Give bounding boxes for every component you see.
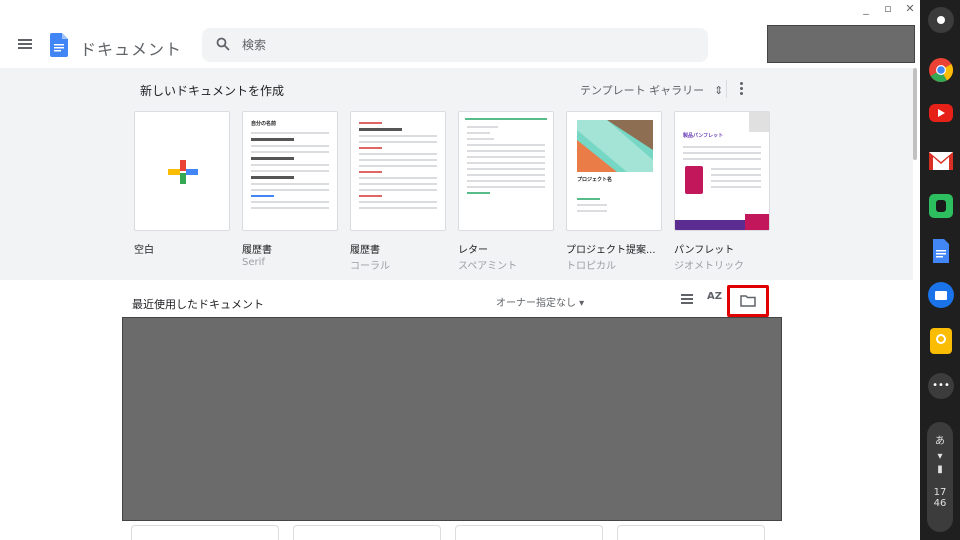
template-subtitle: Serif (242, 257, 265, 268)
template-name: パンフレット (674, 245, 735, 256)
status-tray[interactable]: あ ▾ ▮ 17 46 (927, 422, 953, 532)
sort-icon[interactable]: AZ (707, 291, 722, 302)
template-thumbnail[interactable] (134, 111, 230, 231)
close-icon[interactable]: ✕ (904, 2, 916, 15)
clock-minute: 46 (933, 498, 947, 509)
template-name: レター (458, 245, 488, 256)
template-name: 履歴書 (350, 245, 380, 256)
document-card[interactable] (293, 525, 441, 540)
more-apps-icon[interactable]: ••• (928, 373, 954, 399)
menu-icon[interactable] (18, 39, 32, 49)
template-subtitle: ジオメトリック (674, 261, 744, 272)
template-project-tropical[interactable]: プロジェクト名 プロジェクト提案... トロピカル (566, 111, 662, 272)
template-blank[interactable]: 空白 (134, 111, 230, 272)
template-list: 空白 自分の名前 履歴書 Serif 履歴書 コーラル レター スペアミント プ… (134, 111, 770, 272)
template-thumbnail[interactable]: 製品パンフレット (674, 111, 770, 231)
document-card[interactable] (617, 525, 765, 540)
file-picker-button[interactable] (727, 285, 769, 317)
template-subtitle: スペアミント (458, 261, 518, 272)
files-icon[interactable] (928, 282, 954, 308)
redacted-account-area (767, 25, 915, 63)
more-vert-icon[interactable] (740, 82, 744, 96)
template-name: プロジェクト提案... (566, 245, 656, 256)
template-resume-coral[interactable]: 履歴書 コーラル (350, 111, 446, 272)
template-subtitle: コーラル (350, 261, 390, 272)
divider (726, 80, 727, 98)
docs-logo-icon[interactable] (50, 33, 68, 57)
template-name: 履歴書 (242, 245, 272, 256)
list-view-icon[interactable] (681, 294, 693, 304)
thumb-heading: 製品パンフレット (683, 133, 724, 139)
scrollbar[interactable] (913, 68, 917, 540)
unfold-icon: ⇕ (714, 83, 724, 97)
document-card[interactable] (131, 525, 279, 540)
thumb-heading: プロジェクト名 (577, 177, 613, 183)
launcher-icon[interactable] (928, 7, 954, 33)
app-title[interactable]: ドキュメント (80, 36, 182, 60)
template-thumbnail[interactable]: 自分の名前 (242, 111, 338, 231)
template-gallery-toggle[interactable]: テンプレート ギャラリー ⇕ (580, 82, 723, 98)
restore-icon[interactable]: ▫ (882, 2, 894, 15)
template-name: 空白 (134, 245, 154, 256)
template-thumbnail[interactable] (350, 111, 446, 231)
search-box[interactable] (202, 28, 708, 62)
minimize-icon[interactable]: _ (860, 2, 872, 15)
template-thumbnail[interactable] (458, 111, 554, 231)
scrollbar-thumb[interactable] (913, 68, 917, 160)
gallery-toggle-label: テンプレート ギャラリー (580, 84, 705, 97)
header: ドキュメント (0, 22, 916, 68)
recent-documents-title: 最近使用したドキュメント (132, 298, 264, 311)
evernote-icon[interactable] (929, 194, 953, 218)
template-letter-spearmint[interactable]: レター スペアミント (458, 111, 554, 272)
os-shelf: ••• あ ▾ ▮ 17 46 (920, 0, 960, 540)
youtube-icon[interactable] (929, 104, 953, 122)
clock-hour: 17 (933, 487, 947, 498)
window-controls: _ ▫ ✕ (860, 2, 916, 15)
battery-icon: ▮ (937, 464, 943, 475)
docs-app-icon[interactable] (928, 238, 954, 264)
plus-icon (168, 160, 198, 184)
folder-icon (740, 295, 756, 307)
keep-icon[interactable] (930, 328, 952, 354)
template-gallery: 新しいドキュメントを作成 テンプレート ギャラリー ⇕ 空白 自分の名前 履歴書… (0, 68, 913, 280)
template-subtitle: トロピカル (566, 261, 616, 272)
owner-filter-dropdown[interactable]: オーナー指定なし ▾ (496, 294, 584, 309)
template-thumbnail[interactable]: プロジェクト名 (566, 111, 662, 231)
tropical-graphic-icon (577, 120, 653, 172)
wifi-icon: ▾ (937, 451, 943, 462)
document-card[interactable] (455, 525, 603, 540)
phone-graphic-icon (685, 166, 703, 194)
gmail-icon[interactable] (928, 148, 954, 174)
thumb-heading: 自分の名前 (251, 121, 277, 127)
gallery-title: 新しいドキュメントを作成 (140, 84, 285, 98)
search-icon[interactable] (216, 37, 230, 51)
redacted-document-list (122, 317, 782, 521)
template-brochure-geometric[interactable]: 製品パンフレット パンフレット ジオメトリック (674, 111, 770, 272)
document-cards-partial (131, 525, 765, 540)
search-input[interactable] (242, 28, 682, 62)
template-resume-serif[interactable]: 自分の名前 履歴書 Serif (242, 111, 338, 272)
ime-indicator: あ (935, 436, 945, 447)
chrome-icon[interactable] (928, 57, 954, 83)
